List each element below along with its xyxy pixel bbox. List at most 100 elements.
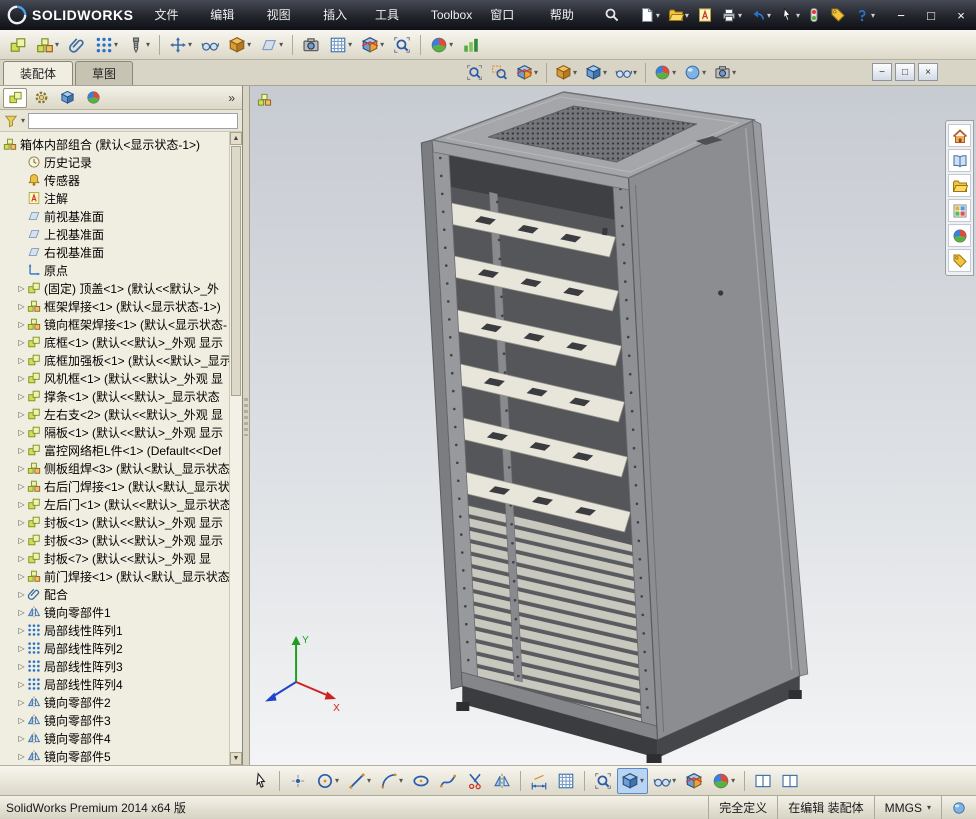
filter-dropdown-arrow-icon[interactable]: ▾: [21, 116, 25, 125]
featuremanager-tree-button[interactable]: [3, 87, 27, 108]
edit-component-button[interactable]: [5, 32, 31, 58]
zoom-to-fit-button[interactable]: [590, 768, 616, 794]
edit-appearance-button[interactable]: ▾: [708, 768, 739, 794]
flyout-tree-icon-area[interactable]: [257, 92, 272, 107]
units-selector[interactable]: MMGS ▾: [873, 796, 941, 819]
doc-close-button[interactable]: ×: [918, 63, 938, 81]
tree-item[interactable]: ▷ 镜向零部件1: [3, 603, 229, 621]
view-orientation-button[interactable]: ▾: [551, 60, 581, 85]
maximize-button[interactable]: □: [916, 0, 946, 30]
dropdown-arrow-icon[interactable]: ▾: [348, 40, 352, 49]
expander-icon[interactable]: ▷: [16, 644, 27, 653]
tree-item[interactable]: 前视基准面: [3, 207, 229, 225]
expander-icon[interactable]: ▷: [16, 446, 27, 455]
zoom-to-fit-button[interactable]: [462, 60, 487, 85]
split-view-horizontal-button[interactable]: [750, 768, 776, 794]
trim-entities-button[interactable]: [462, 768, 488, 794]
make-drawing-button[interactable]: [694, 5, 716, 25]
dropdown-arrow-icon[interactable]: ▾: [335, 776, 339, 785]
tree-item[interactable]: ▷ 撑条<1> (默认<<默认>_显示状态: [3, 387, 229, 405]
tree-item[interactable]: ▷ 配合: [3, 585, 229, 603]
dropdown-arrow-icon[interactable]: ▾: [399, 776, 403, 785]
dropdown-arrow-icon[interactable]: ▾: [146, 40, 150, 49]
file-explorer-button[interactable]: [948, 174, 971, 197]
expander-icon[interactable]: ▷: [16, 356, 27, 365]
file-properties-button[interactable]: [827, 5, 849, 25]
tree-item[interactable]: 原点: [3, 261, 229, 279]
displaymanager-button[interactable]: [81, 88, 105, 108]
tree-item[interactable]: ▷ 底框<1> (默认<<默认>_外观 显示: [3, 333, 229, 351]
section-view-button[interactable]: [681, 768, 707, 794]
expander-icon[interactable]: ▷: [16, 680, 27, 689]
panel-more-chevron-icon[interactable]: »: [221, 91, 242, 105]
display-style-button[interactable]: ▾: [581, 60, 611, 85]
rack-side-door[interactable]: [627, 119, 801, 741]
dropdown-arrow-icon[interactable]: ▾: [534, 68, 538, 77]
tree-item[interactable]: 右视基准面: [3, 243, 229, 261]
tree-item[interactable]: ▷ 风机框<1> (默认<<默认>_外观 显: [3, 369, 229, 387]
design-library-button[interactable]: [948, 149, 971, 172]
new-motion-study-button[interactable]: [298, 32, 324, 58]
dropdown-arrow-icon[interactable]: ▾: [573, 68, 577, 77]
tree-item[interactable]: 传感器: [3, 171, 229, 189]
tree-item[interactable]: ▷ (固定) 顶盖<1> (默认<<默认>_外: [3, 279, 229, 297]
spline-button[interactable]: [435, 768, 461, 794]
expander-icon[interactable]: ▷: [16, 392, 27, 401]
scroll-down-icon[interactable]: ▼: [230, 752, 242, 765]
menu-file[interactable]: 文件(F): [145, 0, 201, 52]
undo-button[interactable]: ▾: [747, 5, 774, 25]
expander-icon[interactable]: ▷: [16, 662, 27, 671]
dropdown-arrow-icon[interactable]: ▾: [279, 40, 283, 49]
interference-detection-button[interactable]: [389, 32, 415, 58]
tree-root[interactable]: 箱体内部组合 (默认<显示状态-1>): [3, 135, 229, 153]
quick-tips-button[interactable]: [941, 796, 976, 819]
units-dropdown-arrow-icon[interactable]: ▾: [927, 803, 931, 812]
tree-item[interactable]: ▷ 富控网络柜L件<1> (Default<<Def: [3, 441, 229, 459]
select-button[interactable]: ▾: [776, 5, 803, 25]
scroll-up-icon[interactable]: ▲: [230, 132, 242, 145]
doc-minimize-button[interactable]: −: [872, 63, 892, 81]
menu-window[interactable]: 窗口(W): [481, 0, 541, 52]
expander-icon[interactable]: ▷: [16, 464, 27, 473]
tree-item[interactable]: ▷ 局部线性阵列3: [3, 657, 229, 675]
dropdown-arrow-icon[interactable]: ▾: [732, 68, 736, 77]
splitter-grip-icon[interactable]: [244, 398, 248, 437]
rack-cabinet[interactable]: [420, 91, 809, 763]
show-hidden-components-button[interactable]: [197, 32, 223, 58]
dropdown-arrow-icon[interactable]: ▾: [738, 11, 742, 20]
exploded-view-button[interactable]: ▾: [357, 32, 388, 58]
expander-icon[interactable]: ▷: [16, 716, 27, 725]
linear-component-pattern-button[interactable]: ▾: [91, 32, 122, 58]
dropdown-arrow-icon[interactable]: ▾: [449, 40, 453, 49]
smart-dimension-button[interactable]: [526, 768, 552, 794]
circle-button[interactable]: ▾: [312, 768, 343, 794]
tree-item[interactable]: ▷ 镜向零部件3: [3, 711, 229, 729]
ellipse-button[interactable]: [408, 768, 434, 794]
smart-fasteners-button[interactable]: ▾: [123, 32, 154, 58]
expander-icon[interactable]: ▷: [16, 500, 27, 509]
print-button[interactable]: ▾: [718, 5, 745, 25]
dropdown-arrow-icon[interactable]: ▾: [685, 11, 689, 20]
tree-item[interactable]: ▷ 底框加强板<1> (默认<<默认>_显示: [3, 351, 229, 369]
tree-item[interactable]: ▷ 局部线性阵列1: [3, 621, 229, 639]
tree-item[interactable]: 历史记录: [3, 153, 229, 171]
display-style-button[interactable]: ▾: [617, 767, 649, 794]
dropdown-arrow-icon[interactable]: ▾: [55, 40, 59, 49]
expander-icon[interactable]: ▷: [16, 554, 27, 563]
tree-filter-input[interactable]: [28, 112, 238, 129]
expander-icon[interactable]: ▷: [16, 572, 27, 581]
dropdown-arrow-icon[interactable]: ▾: [656, 11, 660, 20]
menu-insert[interactable]: 插入(I): [314, 0, 366, 52]
menu-tools[interactable]: 工具(T): [366, 0, 422, 52]
doc-tab-assembly[interactable]: 装配体: [3, 61, 74, 85]
tree-item[interactable]: ▷ 封板<3> (默认<<默认>_外观 显示: [3, 531, 229, 549]
expander-icon[interactable]: ▷: [16, 320, 27, 329]
mate-button[interactable]: [64, 32, 90, 58]
tree-item[interactable]: ▷ 框架焊接<1> (默认<显示状态-1>): [3, 297, 229, 315]
menu-edit[interactable]: 编辑(E): [201, 0, 257, 52]
graphics-viewport[interactable]: Y X: [250, 86, 976, 765]
expander-icon[interactable]: ▷: [16, 590, 27, 599]
rebuild-button[interactable]: [803, 5, 825, 25]
hide-show-items-button[interactable]: ▾: [611, 60, 641, 85]
dropdown-arrow-icon[interactable]: ▾: [114, 40, 118, 49]
